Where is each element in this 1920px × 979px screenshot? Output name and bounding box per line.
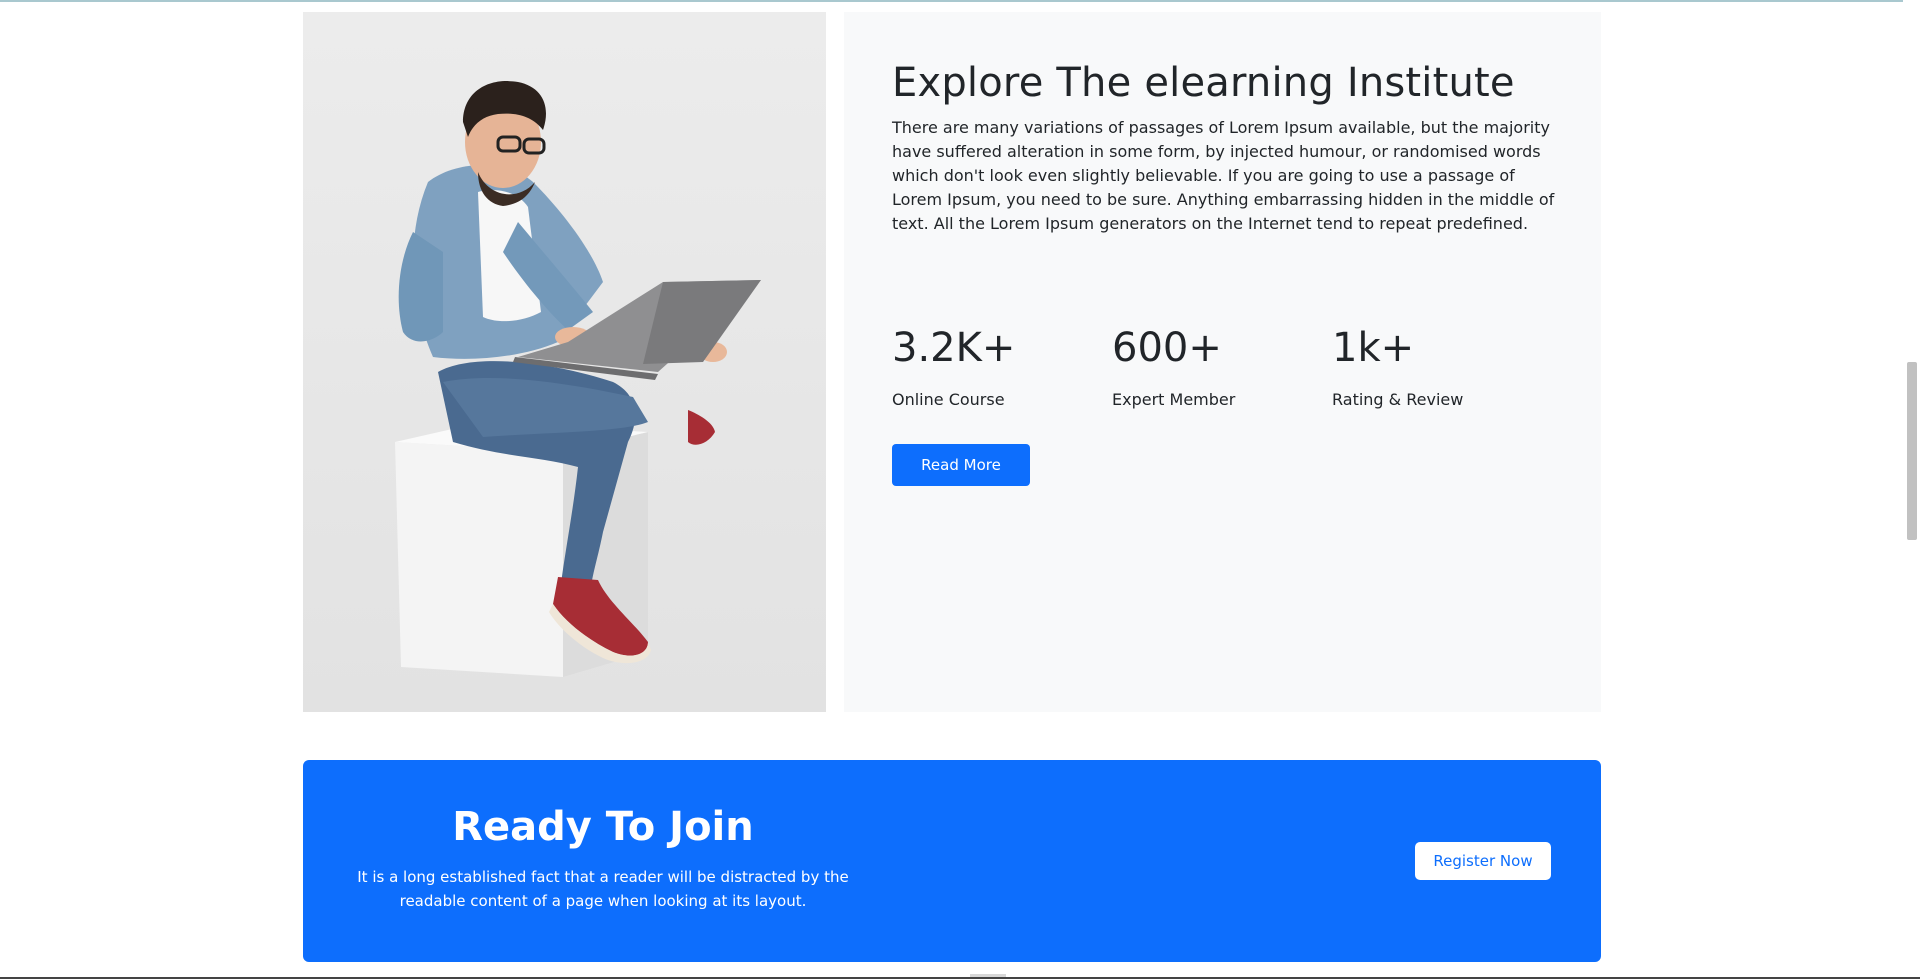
stat-label: Expert Member (1112, 390, 1236, 409)
stat-rating-review: 1k+ Rating & Review (1332, 324, 1542, 412)
register-now-button[interactable]: Register Now (1415, 842, 1551, 880)
about-section: Explore The elearning Institute There ar… (844, 12, 1601, 712)
student-illustration (395, 81, 761, 677)
vertical-scrollbar[interactable] (1903, 0, 1920, 979)
ready-to-join-banner: Ready To Join It is a long established f… (303, 760, 1601, 962)
student-with-laptop-image (303, 12, 826, 712)
cta-title: Ready To Join (452, 804, 754, 850)
about-description: There are many variations of passages of… (892, 118, 1555, 233)
stat-value: 3.2K+ (892, 325, 1016, 371)
stat-online-course: 3.2K+ Online Course (892, 324, 1102, 412)
stat-value: 600+ (1112, 325, 1222, 371)
stat-value: 1k+ (1332, 325, 1415, 371)
bottom-handle (970, 974, 1006, 977)
stat-label: Rating & Review (1332, 390, 1464, 409)
stat-label: Online Course (892, 390, 1005, 409)
cta-description: It is a long established fact that a rea… (357, 868, 849, 910)
stat-expert-member: 600+ Expert Member (1112, 324, 1322, 412)
about-title: Explore The elearning Institute (892, 60, 1515, 106)
read-more-button[interactable]: Read More (892, 444, 1030, 486)
top-border (0, 0, 1920, 2)
scrollbar-thumb[interactable] (1907, 362, 1917, 540)
